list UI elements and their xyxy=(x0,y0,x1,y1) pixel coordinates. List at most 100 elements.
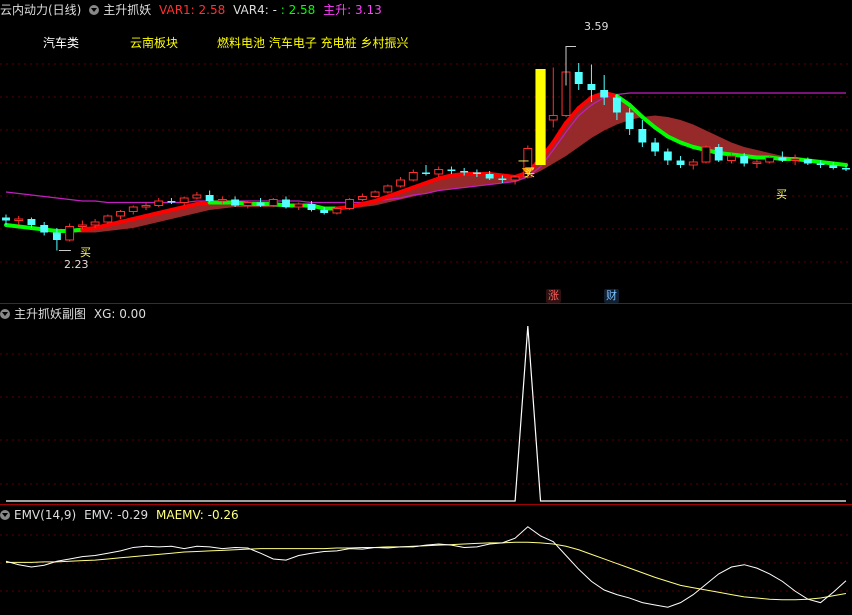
candle-body xyxy=(268,199,278,206)
candle xyxy=(574,63,583,90)
candle-body xyxy=(65,226,75,241)
candle xyxy=(434,166,444,177)
candle xyxy=(268,198,278,207)
candle xyxy=(765,156,775,164)
candle xyxy=(40,222,49,236)
candle xyxy=(422,165,430,176)
candle-body xyxy=(460,171,469,173)
badge-zhang[interactable]: 涨 xyxy=(546,289,561,303)
candle-body xyxy=(243,202,253,206)
candle xyxy=(294,202,304,210)
candle-body xyxy=(307,204,316,210)
candle-body xyxy=(179,197,189,203)
candle-body xyxy=(192,194,202,199)
candle-body xyxy=(345,199,355,209)
candle-body xyxy=(256,202,265,206)
candle-body xyxy=(816,163,825,165)
badge-cai[interactable]: 财 xyxy=(604,289,619,303)
candle xyxy=(154,198,164,207)
candle-body xyxy=(612,97,621,113)
candle-body xyxy=(790,158,800,161)
candle-body xyxy=(408,172,418,181)
candle-body xyxy=(90,221,100,226)
candle xyxy=(752,159,762,168)
candle-body xyxy=(167,201,176,203)
candle xyxy=(282,196,290,209)
candle-body xyxy=(625,112,634,129)
candle xyxy=(701,145,711,164)
candle-body xyxy=(154,200,164,206)
candle xyxy=(243,201,253,209)
sub1-grid xyxy=(0,353,852,485)
candle-body xyxy=(829,165,838,168)
buy-marker-3: 买 xyxy=(776,188,787,201)
emv-line xyxy=(5,526,847,608)
candle-body xyxy=(714,147,723,161)
high-price-label: 3.59 xyxy=(584,20,609,33)
candle-body xyxy=(765,157,775,163)
candle-body xyxy=(434,169,444,175)
candle-body xyxy=(332,208,342,214)
sub1-chart xyxy=(0,325,852,502)
candle-body xyxy=(141,205,151,208)
candle-body xyxy=(14,218,24,221)
sub2-grid xyxy=(0,534,852,592)
candle-body xyxy=(77,224,87,227)
emv-lines xyxy=(5,526,847,608)
candle-body xyxy=(128,206,138,212)
candle-body xyxy=(574,72,583,84)
candle xyxy=(651,138,660,156)
candle xyxy=(192,192,202,200)
candle-body xyxy=(676,160,685,165)
candle-body xyxy=(510,176,520,181)
candle xyxy=(676,156,685,168)
sub-panel-2: EMV(14,9) EMV: -0.29 MAEMV: -0.26 xyxy=(0,505,852,615)
candle-body xyxy=(740,156,749,164)
candle xyxy=(65,223,75,242)
sub2-chart xyxy=(0,526,852,608)
candle-body xyxy=(803,159,812,164)
candle xyxy=(447,166,456,174)
candle-body xyxy=(548,115,558,121)
candle-body xyxy=(727,155,736,161)
candle-body xyxy=(778,157,787,161)
xg-line-path xyxy=(6,325,846,502)
candle xyxy=(205,190,214,203)
candle-body xyxy=(383,185,393,193)
yellow-bar xyxy=(535,69,546,165)
candle-body xyxy=(396,179,405,187)
candle-body xyxy=(663,151,672,161)
candle xyxy=(231,196,240,207)
candle-body xyxy=(752,161,762,164)
candle-body xyxy=(651,142,660,152)
candle-body xyxy=(231,199,240,206)
candle-body xyxy=(447,169,456,171)
candle xyxy=(14,216,24,225)
main-chart xyxy=(0,46,852,263)
candle-body xyxy=(600,90,609,98)
candle xyxy=(179,196,189,206)
candle-body xyxy=(688,161,698,166)
candle-body xyxy=(842,168,850,170)
main-panel: 云内动力(日线) 主升抓妖 VAR1: 2.58 VAR4: - : 2.58 … xyxy=(0,0,852,303)
candle-body xyxy=(217,199,227,202)
candle xyxy=(332,207,342,215)
candle-body xyxy=(638,129,647,143)
candle-body xyxy=(27,219,36,225)
candle-body xyxy=(422,172,430,174)
buy-marker-2: 买 xyxy=(524,166,535,179)
candle-body xyxy=(701,146,711,163)
candle xyxy=(688,159,698,170)
candle xyxy=(128,205,138,215)
yellow-signal-bar xyxy=(535,69,546,165)
candle xyxy=(370,190,380,198)
candle xyxy=(345,198,355,210)
buy-marker-1: 买 xyxy=(80,246,91,259)
candle xyxy=(396,177,405,188)
candle-body xyxy=(294,203,304,208)
candle-body xyxy=(116,211,125,217)
candle-body xyxy=(52,232,61,240)
candle-body xyxy=(587,84,596,90)
candle-body xyxy=(472,172,481,174)
candle xyxy=(663,148,672,165)
